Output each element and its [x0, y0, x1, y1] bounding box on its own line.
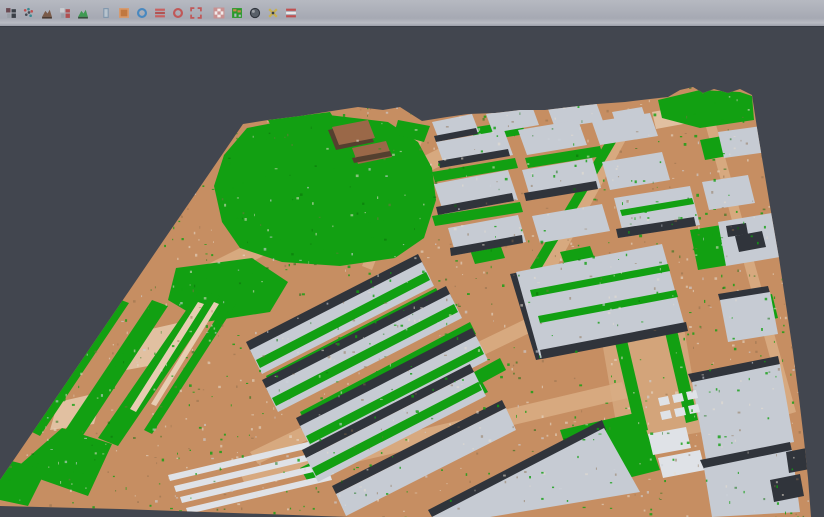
terrain-button[interactable] — [75, 4, 92, 23]
region-icon — [190, 7, 202, 19]
import-button[interactable] — [3, 4, 20, 23]
toolbar-separator — [205, 4, 210, 23]
sphere-button[interactable] — [247, 4, 264, 23]
sync-button[interactable] — [134, 4, 151, 23]
3d-viewport[interactable] — [0, 27, 824, 517]
region-button[interactable] — [188, 4, 205, 23]
align-photos-button[interactable] — [21, 4, 38, 23]
grid-icon — [213, 7, 225, 19]
mesh-icon — [59, 7, 71, 19]
terrain-icon — [77, 7, 89, 19]
classification-icon — [231, 7, 243, 19]
layers-button[interactable] — [152, 4, 169, 23]
orthomosaic-icon — [118, 7, 130, 19]
orthomosaic-button[interactable] — [116, 4, 133, 23]
cut-icon — [267, 7, 279, 19]
layers-icon — [154, 7, 166, 19]
classification-button[interactable] — [229, 4, 246, 23]
dem-button[interactable] — [98, 4, 115, 23]
circle-select-icon — [172, 7, 184, 19]
import-icon — [5, 7, 17, 19]
sphere-icon — [249, 7, 261, 19]
mesh-button[interactable] — [57, 4, 74, 23]
main-toolbar — [0, 0, 824, 27]
measure-button[interactable] — [283, 4, 300, 23]
grid-button[interactable] — [211, 4, 228, 23]
toolbar-separator — [92, 4, 97, 23]
circle-select-button[interactable] — [170, 4, 187, 23]
measure-icon — [285, 7, 297, 19]
align-photos-icon — [23, 7, 35, 19]
dem-icon — [100, 7, 112, 19]
dense-cloud-icon — [41, 7, 53, 19]
cut-button[interactable] — [265, 4, 282, 23]
scene-canvas — [0, 27, 824, 517]
sync-icon — [136, 7, 148, 19]
app-window — [0, 0, 824, 517]
dense-cloud-button[interactable] — [39, 4, 56, 23]
